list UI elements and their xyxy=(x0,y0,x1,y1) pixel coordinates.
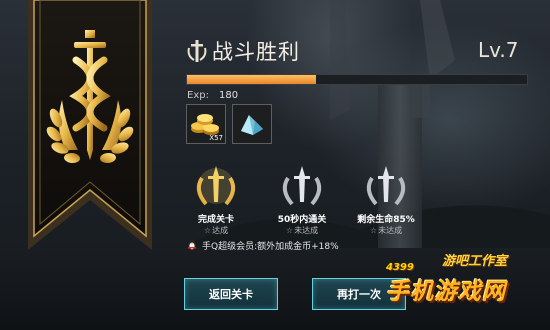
watermark-site-text: 手机游戏网 xyxy=(386,279,506,305)
vip-bonus-text: 手Q超级会员:额外加成金币+18% xyxy=(202,241,339,252)
star-icon: ☆ xyxy=(285,226,294,235)
victory-banner xyxy=(28,0,152,250)
qq-penguin-icon xyxy=(188,240,196,250)
star-icon: ☆ xyxy=(203,226,212,235)
achievement-complete-stage: 完成关卡 ☆达成 xyxy=(176,162,256,238)
reward-count: X57 xyxy=(209,134,223,142)
achievement-clear-50s: 50秒内通关 ☆未达成 xyxy=(262,162,342,238)
victory-emblem-icon xyxy=(187,40,207,62)
achievement-title: 完成关卡 xyxy=(197,215,234,225)
achievement-title: 50秒内通关 xyxy=(277,215,327,225)
battle-result-title: 战斗胜利 xyxy=(212,40,300,64)
achievement-remaining-life: 剩余生命85% ☆未达成 xyxy=(346,162,426,238)
gold-sword-laurel-icon xyxy=(196,166,236,206)
achievement-status: ☆未达成 xyxy=(369,226,403,235)
exp-progress-bar xyxy=(186,74,528,85)
reward-slot-crystal[interactable] xyxy=(232,104,272,144)
player-level: Lv.7 xyxy=(478,38,519,62)
achievement-status: ☆达成 xyxy=(203,226,229,235)
achievement-status: ☆未达成 xyxy=(285,226,319,235)
vip-bonus-row: 手Q超级会员:额外加成金币+18% xyxy=(186,238,339,252)
achievement-title: 剩余生命85% xyxy=(357,215,415,225)
silver-sword-laurel-icon xyxy=(282,166,322,206)
reward-slot-gold[interactable]: X57 xyxy=(186,104,226,144)
crystal-shard-icon xyxy=(241,115,263,135)
watermark-studio-text: 游吧工作室 xyxy=(442,254,508,269)
exp-progress-fill xyxy=(187,75,317,84)
exp-label: Exp: xyxy=(187,90,209,101)
exp-value: 180 xyxy=(219,90,239,101)
back-to-stage-button[interactable]: 返回关卡 xyxy=(184,278,278,310)
silver-sword-laurel-icon xyxy=(366,166,406,206)
star-icon: ☆ xyxy=(369,226,378,235)
